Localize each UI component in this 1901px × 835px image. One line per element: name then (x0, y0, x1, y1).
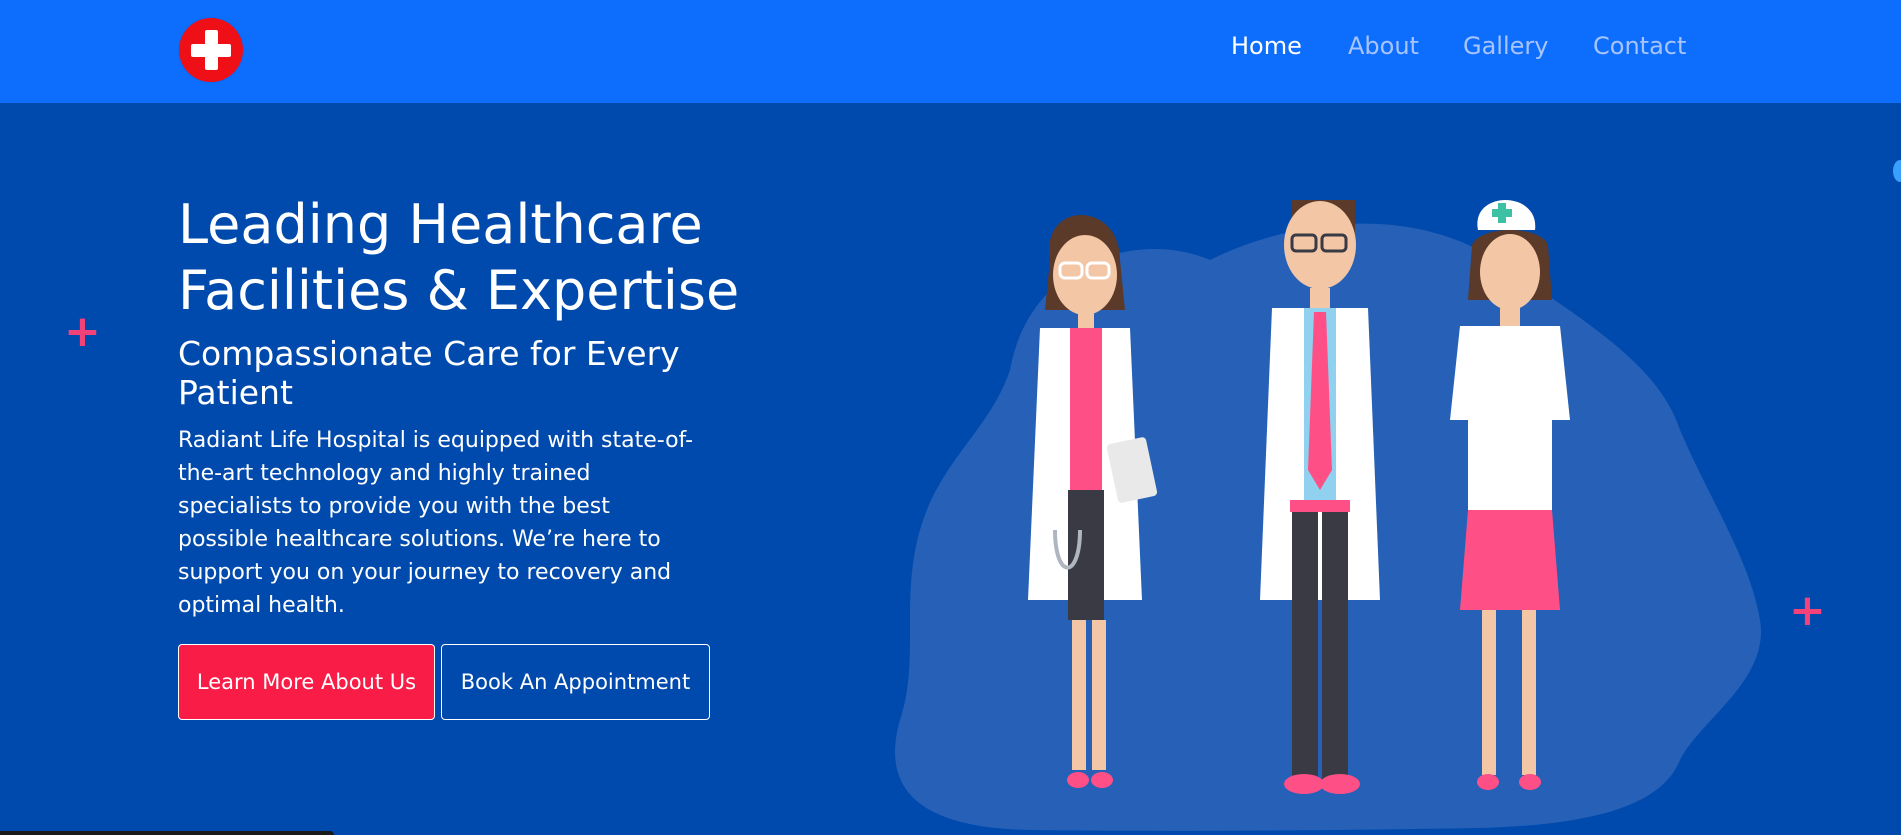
plus-icon: + (64, 306, 101, 357)
top-navbar: Home About Gallery Contact (0, 0, 1901, 103)
book-appointment-button[interactable]: Book An Appointment (441, 644, 710, 720)
hero-subtitle: Compassionate Care for Every Patient (178, 334, 680, 412)
plus-icon: + (1789, 585, 1826, 636)
decorative-dot (1893, 160, 1901, 182)
nav-link-home[interactable]: Home (1231, 32, 1302, 68)
bottom-edge-bar (0, 831, 334, 835)
hero-title-line1: Leading Healthcare (178, 193, 703, 256)
nav-link-gallery[interactable]: Gallery (1463, 32, 1548, 68)
hero-title-line2: Facilities & Expertise (178, 259, 740, 322)
hero-title: Leading Healthcare Facilities & Expertis… (178, 192, 898, 324)
hero-description: Radiant Life Hospital is equipped with s… (178, 428, 694, 618)
medical-staff-illustration (895, 200, 1761, 831)
nav-link-contact[interactable]: Contact (1593, 32, 1686, 68)
learn-more-button[interactable]: Learn More About Us (178, 644, 435, 720)
nav-link-about[interactable]: About (1348, 32, 1419, 68)
medical-cross-icon[interactable] (179, 18, 243, 82)
